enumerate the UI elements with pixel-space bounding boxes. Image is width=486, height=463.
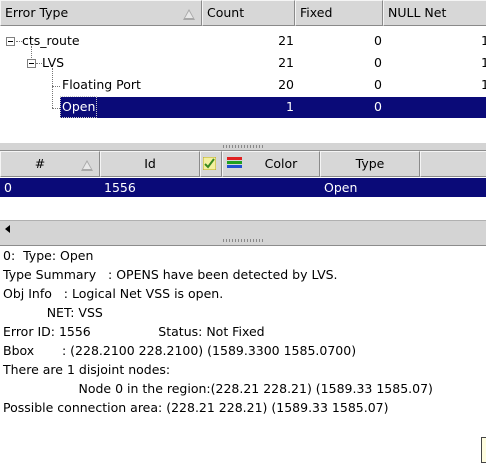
column-header-count[interactable]: Count — [202, 0, 295, 26]
sort-ascending-icon — [183, 9, 195, 20]
column-header-color[interactable]: Color — [222, 151, 320, 177]
column-header-id-label: Id — [144, 156, 156, 171]
error-type-tree-table: Error Type Count Fixed NULL Net cts_rout… — [0, 0, 486, 144]
detail-line-bbox: Bbox : (228.2100 228.2100) (1589.3300 15… — [3, 343, 357, 358]
column-header-fixed[interactable]: Fixed — [295, 0, 383, 26]
splitter-grip — [223, 145, 263, 148]
detail-line-obj-info: Obj Info : Logical Net VSS is open. — [3, 286, 224, 301]
scroll-left-button[interactable] — [0, 221, 16, 237]
fixed-cell: 0 — [374, 77, 382, 92]
pane-splitter-top[interactable] — [0, 143, 486, 150]
tree-row-floating-port[interactable]: Floating Port 20 0 1 — [0, 74, 486, 96]
checkmark-icon — [203, 157, 216, 170]
detail-line-connection-area: Possible connection area: (228.21 228.21… — [3, 400, 389, 415]
column-header-type-label: Type — [355, 156, 385, 171]
color-bars-icon — [227, 157, 242, 171]
tree-row-label: Floating Port — [62, 77, 141, 92]
column-header-null-net[interactable]: NULL Net — [383, 0, 486, 26]
tree-row-open[interactable]: Open 1 0 — [0, 96, 486, 118]
count-cell: 21 — [278, 33, 294, 48]
column-header-type[interactable]: Type — [320, 151, 420, 177]
detail-line-disjoint-nodes: There are 1 disjoint nodes: — [3, 362, 171, 377]
horizontal-scrollbar[interactable] — [0, 220, 486, 237]
column-header-fixed-check[interactable] — [200, 151, 222, 177]
error-row[interactable]: 0 1556 Open — [0, 178, 486, 197]
fixed-cell: 0 — [374, 99, 382, 114]
column-header-error-type[interactable]: Error Type — [0, 0, 202, 26]
fixed-cell: 0 — [374, 55, 382, 70]
tree-row-label: cts_route — [22, 33, 80, 48]
count-cell: 21 — [278, 55, 294, 70]
detail-line-error-id: Error ID: 1556 Status: Not Fixed — [3, 324, 265, 339]
count-cell: 20 — [278, 77, 294, 92]
arrow-left-icon — [5, 225, 10, 233]
null-net-cell: 1 — [481, 30, 486, 52]
sort-ascending-icon — [81, 160, 93, 171]
null-net-cell: 1 — [481, 52, 486, 74]
error-row-num: 0 — [4, 180, 12, 195]
pane-splitter-bottom[interactable] — [0, 237, 486, 244]
column-header-num-label: # — [34, 156, 46, 171]
tree-row-label: LVS — [42, 55, 65, 70]
column-header-null-net-label: NULL Net — [388, 5, 447, 20]
detail-line-node-region: Node 0 in the region:(228.21 228.21) (15… — [3, 381, 433, 396]
column-header-num[interactable]: # — [0, 151, 100, 177]
column-header-error-type-label: Error Type — [5, 5, 69, 20]
error-row-id: 1556 — [104, 180, 136, 195]
tree-row-lvs[interactable]: LVS 21 0 1 — [0, 52, 486, 74]
count-cell: 1 — [286, 99, 294, 114]
null-net-cell: 1 — [481, 74, 486, 96]
selection-highlight — [60, 97, 486, 118]
error-row-type: Open — [324, 180, 358, 195]
column-header-count-label: Count — [207, 5, 245, 20]
error-details-pane: 0: Type: Open Type Summary : OPENS have … — [0, 245, 486, 463]
tree-row-label: Open — [60, 96, 98, 118]
detail-line-type-summary: Type Summary : OPENS have been detected … — [3, 267, 338, 282]
column-header-id[interactable]: Id — [100, 151, 200, 177]
column-header-fixed-label: Fixed — [300, 5, 333, 20]
tree-row-cts-route[interactable]: cts_route 21 0 1 — [0, 30, 486, 52]
fixed-cell: 0 — [374, 33, 382, 48]
tooltip-edge — [481, 437, 486, 463]
detail-line-type: 0: Type: Open — [3, 248, 94, 263]
column-header-color-label: Color — [264, 156, 298, 171]
column-header-extra[interactable] — [420, 151, 486, 177]
splitter-grip — [223, 239, 263, 242]
detail-line-net: NET: VSS — [3, 305, 103, 320]
